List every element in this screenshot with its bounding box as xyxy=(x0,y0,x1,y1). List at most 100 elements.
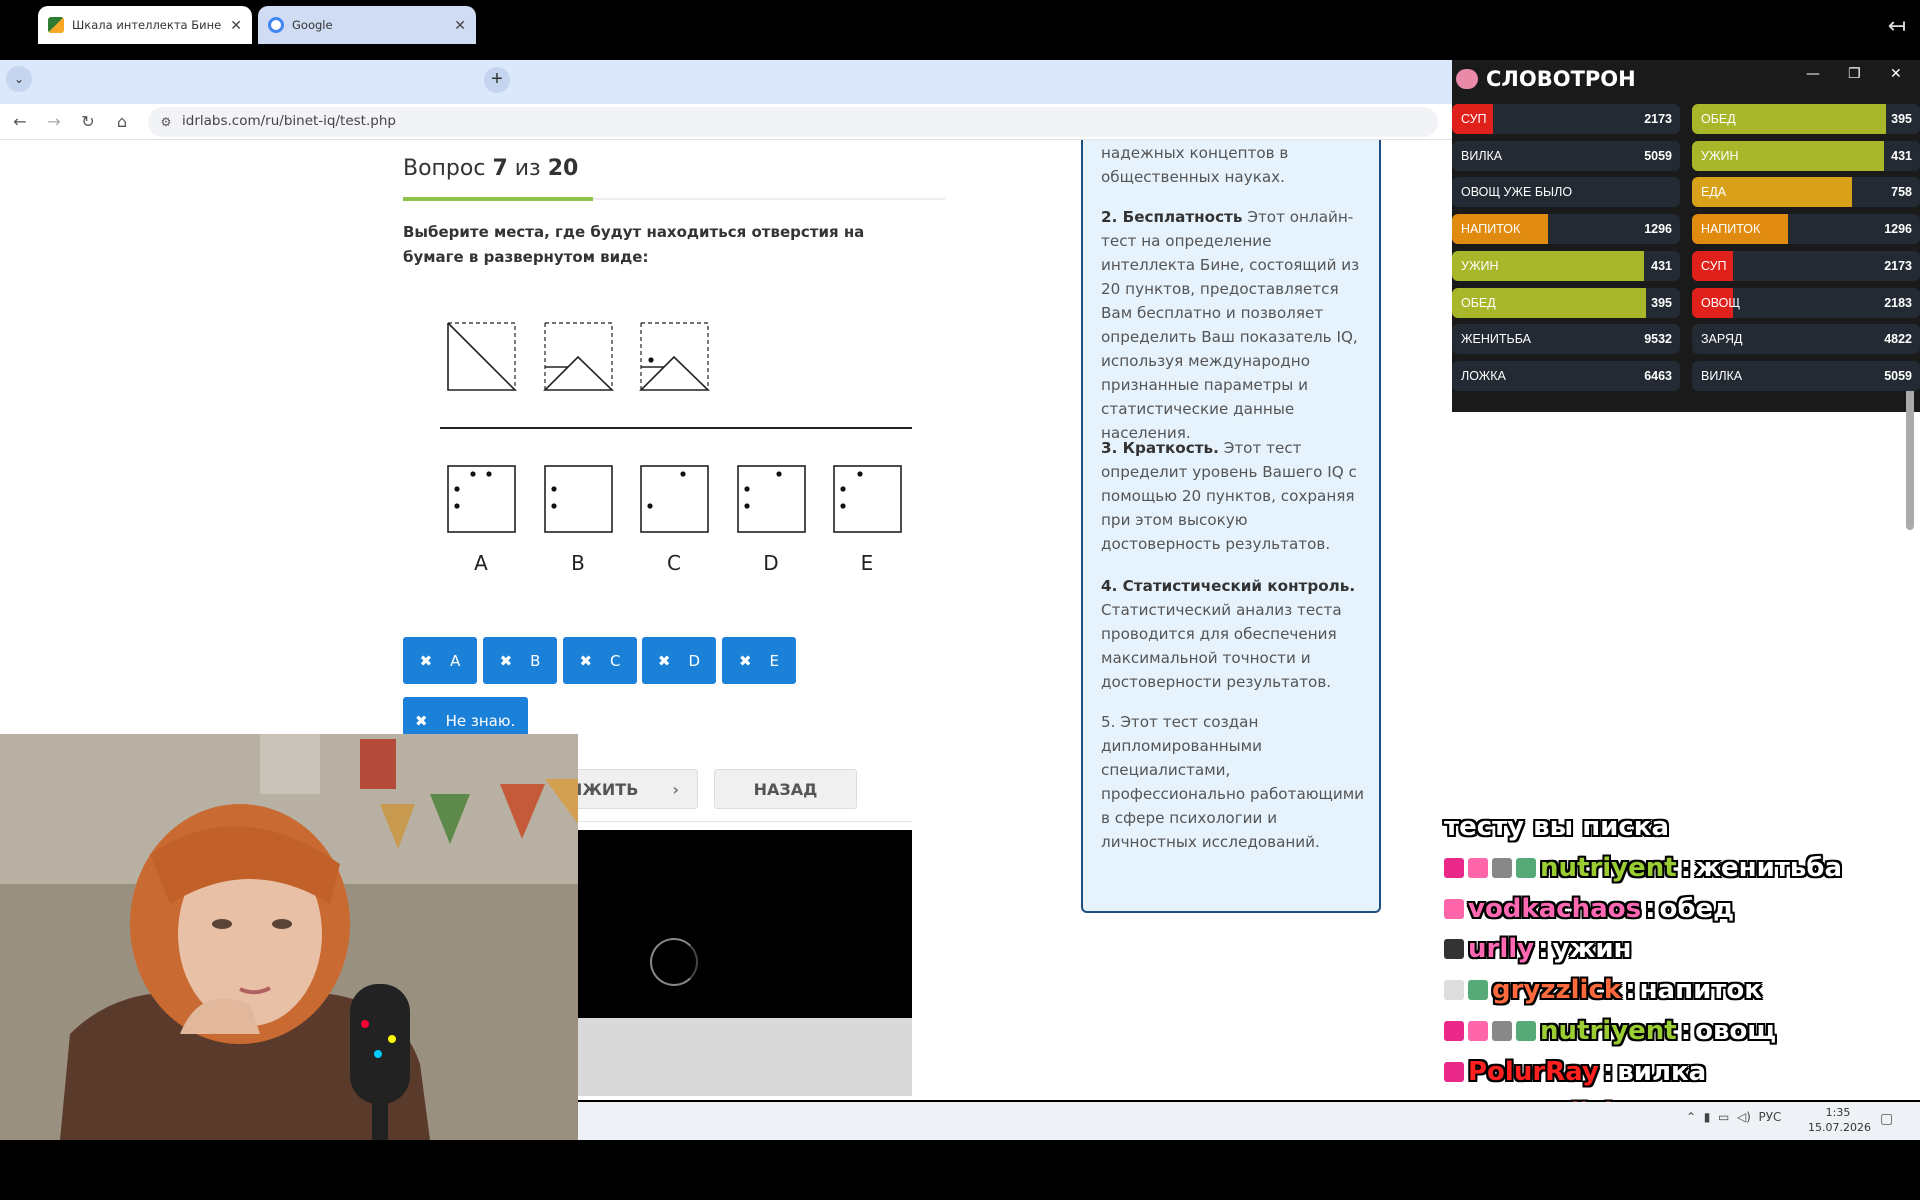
chat-message: тесту вы писка xyxy=(1444,812,1669,842)
word-label: ОБЕД xyxy=(1701,112,1736,126)
option-c-square xyxy=(640,465,709,533)
word-label: ЛОЖКА xyxy=(1461,368,1506,383)
video-player[interactable] xyxy=(578,830,912,1018)
battery-icon[interactable]: ▮ xyxy=(1704,1110,1711,1124)
streamer-webcam-image xyxy=(0,734,578,1140)
chat-badge-icon xyxy=(1492,857,1512,878)
info-heading: 3. Краткость. xyxy=(1101,439,1219,457)
word-bar: НАПИТОК 1296 xyxy=(1692,214,1920,245)
word-bar: НАПИТОК 1296 xyxy=(1452,214,1680,245)
loading-spinner-icon xyxy=(650,938,698,986)
back-label: НАЗАД xyxy=(753,779,818,799)
brain-icon xyxy=(1456,69,1478,89)
url-text[interactable]: idrlabs.com/ru/binet-iq/test.php xyxy=(182,113,396,129)
x-icon: ✖ xyxy=(419,651,433,670)
restore-icon[interactable]: ❐ xyxy=(1848,66,1861,82)
question-current: 7 xyxy=(492,156,508,181)
word-bar: ЕДА 758 xyxy=(1692,177,1920,208)
fold-step-1 xyxy=(447,322,517,391)
word-label: УЖИН xyxy=(1701,148,1739,163)
chat-badge-icon xyxy=(1444,1021,1464,1041)
chevron-up-icon[interactable]: ⌃ xyxy=(1686,1110,1696,1124)
forward-arrow-icon[interactable]: → xyxy=(42,110,66,134)
question-text: Выберите места, где будут находиться отв… xyxy=(403,223,865,266)
word-count: 431 xyxy=(1891,148,1912,163)
close-window-icon[interactable]: ✕ xyxy=(1890,66,1902,82)
network-icon[interactable]: ▭ xyxy=(1718,1110,1729,1124)
chat-badge-icon xyxy=(1444,1061,1464,1082)
dont-know-label: Не знаю. xyxy=(445,711,516,730)
clock-date: 15.07.2026 xyxy=(1808,1121,1871,1134)
site-info-icon[interactable]: ⚙ xyxy=(156,112,176,132)
answer-label: B xyxy=(530,651,541,670)
progress-fill xyxy=(403,197,593,201)
back-arrow-icon[interactable]: ← xyxy=(8,110,32,134)
bottom-bar xyxy=(0,1140,1920,1200)
word-count: 6463 xyxy=(1644,368,1672,383)
exit-fullscreen-icon[interactable]: ↤ xyxy=(1888,14,1906,39)
tab-search-chevron-icon[interactable]: ⌄ xyxy=(6,66,32,92)
option-d-square xyxy=(737,465,806,533)
slovotron-title-text: СЛОВОТРОН xyxy=(1486,67,1636,91)
word-label: СУП xyxy=(1701,258,1727,273)
notification-icon[interactable]: ▢ xyxy=(1880,1110,1893,1127)
chat-separator: : xyxy=(1602,1056,1614,1087)
clock[interactable]: 1:35 15.07.2026 xyxy=(1808,1105,1871,1135)
chat-text: обед xyxy=(1659,893,1735,924)
word-count: 395 xyxy=(1651,295,1672,310)
video-footer xyxy=(578,1018,912,1096)
chat-separator: : xyxy=(1625,975,1636,1006)
chat-separator: : xyxy=(1680,1016,1692,1046)
reload-icon[interactable]: ↻ xyxy=(76,110,100,134)
answer-button-d[interactable]: ✖ D xyxy=(642,637,716,684)
word-count: 395 xyxy=(1891,112,1912,126)
new-tab-plus-icon[interactable]: + xyxy=(484,67,510,93)
answer-label: E xyxy=(769,651,780,670)
chat-badge-icon xyxy=(1444,857,1464,878)
word-count: 2173 xyxy=(1884,258,1912,273)
chat-badge-icon xyxy=(1516,1021,1536,1041)
option-label-d: D xyxy=(763,551,779,575)
language-indicator[interactable]: РУС xyxy=(1759,1110,1782,1124)
chat-separator: : xyxy=(1645,893,1656,924)
word-bar: УЖИН 431 xyxy=(1452,250,1680,281)
word-count: 9532 xyxy=(1644,332,1672,347)
answer-button-b[interactable]: ✖ B xyxy=(483,637,557,684)
word-count: 4822 xyxy=(1884,332,1912,347)
tab-title: Google xyxy=(292,18,333,32)
word-bar: ОБЕД 395 xyxy=(1452,287,1680,318)
idrlabs-favicon-icon xyxy=(48,17,64,33)
word-label: СУП xyxy=(1461,112,1487,126)
chat-message: vodkachaos: обед xyxy=(1444,894,1734,924)
close-tab-icon[interactable]: ✕ xyxy=(230,17,242,34)
word-bar: СУП 2173 xyxy=(1692,250,1920,281)
tab-binet[interactable]: Шкала интеллекта Бине ✕ xyxy=(38,6,252,44)
answer-button-a[interactable]: ✖ A xyxy=(403,637,477,684)
word-count: 431 xyxy=(1651,258,1672,273)
volume-icon[interactable]: ◁) xyxy=(1737,1110,1751,1124)
chat-text: ужин xyxy=(1552,934,1632,965)
x-icon: ✖ xyxy=(579,651,593,670)
info-body: Этот онлайн-тест на определение интеллек… xyxy=(1101,208,1360,442)
word-bar: ВИЛКА 5059 xyxy=(1692,360,1920,391)
chat-message: urlly: ужин xyxy=(1444,934,1632,964)
close-tab-icon[interactable]: ✕ xyxy=(454,17,466,34)
word-bar: ОВОЩ УЖЕ БЫЛО ИСПОЛЬЗОВАНО xyxy=(1452,177,1680,208)
word-count: 5059 xyxy=(1644,148,1672,163)
chat-badge-icon xyxy=(1468,1021,1488,1041)
word-count: 2173 xyxy=(1644,112,1672,126)
answer-button-c[interactable]: ✖ C xyxy=(563,637,637,684)
tab-google[interactable]: Google ✕ xyxy=(258,6,476,44)
answer-label: C xyxy=(610,651,621,670)
scrollbar-thumb[interactable] xyxy=(1906,380,1914,530)
word-label: ВИЛКА xyxy=(1461,148,1503,163)
minimize-icon[interactable]: — xyxy=(1806,66,1820,82)
home-icon[interactable]: ⌂ xyxy=(110,110,134,134)
answer-button-e[interactable]: ✖ E xyxy=(722,637,796,684)
chat-separator: : xyxy=(1680,852,1692,883)
chat-badge-icon xyxy=(1516,857,1536,878)
next-label: ЛЖИТЬ xyxy=(569,779,639,799)
word-label: ОВОЩ УЖЕ БЫЛО ИСПОЛЬЗОВАНО xyxy=(1461,185,1573,200)
back-button[interactable]: НАЗАД xyxy=(714,769,857,809)
word-bar: ЖЕНИТЬБА 9532 xyxy=(1452,324,1680,355)
